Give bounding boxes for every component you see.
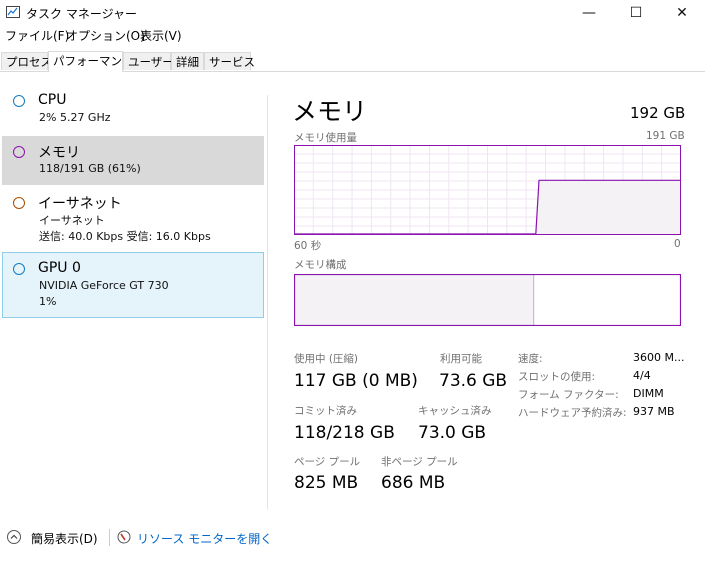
tab-users[interactable]: ユーザー <box>123 52 174 70</box>
in-use-value: 117 GB (0 MB) <box>294 371 418 391</box>
paged-pool-label: ページ プール <box>294 456 361 468</box>
tab-bar: プロセス パフォーマンス ユーザー 詳細 サービス <box>0 51 705 72</box>
graph-time-right: 0 <box>674 238 681 250</box>
sidebar-item-throughput: 送信: 40.0 Kbps 受信: 16.0 Kbps <box>39 230 211 243</box>
sidebar-item-memory[interactable]: メモリ 118/191 GB (61%) <box>2 136 264 185</box>
sidebar-item-title: イーサネット <box>38 196 122 212</box>
menu-view[interactable]: 表示(V) <box>140 27 182 44</box>
maximize-button[interactable]: ☐ <box>613 0 659 26</box>
minimize-button[interactable]: — <box>566 0 612 26</box>
task-manager-icon <box>6 6 20 18</box>
detail-reserved-value: 937 MB <box>633 405 675 418</box>
detail-slots-label: スロットの使用: <box>518 371 596 383</box>
sidebar-item-title: GPU 0 <box>38 260 81 276</box>
sidebar-item-detail: 118/191 GB (61%) <box>39 162 141 175</box>
panel-divider <box>267 95 268 510</box>
detail-form-factor-label: フォーム ファクター: <box>518 389 619 401</box>
cached-label: キャッシュ済み <box>418 405 492 417</box>
tab-processes[interactable]: プロセス <box>1 52 52 70</box>
tab-details[interactable]: 詳細 <box>171 52 204 70</box>
sidebar-item-gpu[interactable]: GPU 0 NVIDIA GeForce GT 730 1% <box>2 252 264 318</box>
maximize-icon: ☐ <box>629 5 643 21</box>
minimize-icon: — <box>582 5 596 21</box>
detail-speed-value: 3600 M... <box>633 351 685 364</box>
usage-graph-max: 191 GB <box>646 130 685 142</box>
cached-value: 73.0 GB <box>418 423 487 443</box>
detail-reserved-label: ハードウェア予約済み: <box>518 407 627 419</box>
resource-monitor-icon[interactable] <box>117 530 131 544</box>
usage-graph-label: メモリ使用量 <box>294 132 357 144</box>
menu-options[interactable]: オプション(O) <box>66 27 145 44</box>
memory-indicator-icon <box>13 146 25 158</box>
composition-in-use <box>295 275 534 325</box>
paged-pool-value: 825 MB <box>294 473 359 493</box>
sidebar-item-detail: NVIDIA GeForce GT 730 <box>39 279 169 292</box>
memory-usage-graph <box>294 145 681 235</box>
open-resource-monitor-link[interactable]: リソース モニターを開く <box>137 530 272 547</box>
committed-label: コミット済み <box>294 405 357 417</box>
nonpaged-pool-label: 非ページ プール <box>381 456 458 468</box>
available-label: 利用可能 <box>440 353 482 365</box>
composition-label: メモリ構成 <box>294 259 347 271</box>
title-bar: タスク マネージャー — ☐ ✕ <box>0 0 705 26</box>
sidebar-item-ethernet[interactable]: イーサネット イーサネット 送信: 40.0 Kbps 受信: 16.0 Kbp… <box>2 187 264 249</box>
menu-file[interactable]: ファイル(F) <box>5 27 69 44</box>
available-value: 73.6 GB <box>439 371 508 391</box>
sidebar-item-detail: 2% 5.27 GHz <box>39 111 111 124</box>
memory-total: 192 GB <box>630 104 686 122</box>
committed-value: 118/218 GB <box>294 423 395 443</box>
detail-speed-label: 速度: <box>518 353 543 365</box>
sidebar-item-title: CPU <box>38 92 67 108</box>
graph-time-left: 60 秒 <box>294 240 322 252</box>
in-use-label: 使用中 (圧縮) <box>294 353 359 365</box>
footer-separator <box>109 529 110 546</box>
detail-slots-value: 4/4 <box>633 369 651 382</box>
sidebar-item-title: メモリ <box>38 145 80 161</box>
page-title: メモリ <box>292 97 368 126</box>
detail-form-factor-value: DIMM <box>633 387 664 400</box>
ethernet-indicator-icon <box>13 197 25 209</box>
nonpaged-pool-value: 686 MB <box>381 473 446 493</box>
tab-performance[interactable]: パフォーマンス <box>48 51 133 72</box>
tab-services[interactable]: サービス <box>204 52 255 70</box>
close-icon: ✕ <box>676 5 688 21</box>
close-button[interactable]: ✕ <box>659 0 705 26</box>
cpu-indicator-icon <box>13 95 25 107</box>
memory-composition-bar <box>294 274 681 326</box>
window-title: タスク マネージャー <box>26 7 137 21</box>
sidebar-item-detail: イーサネット <box>39 214 105 227</box>
sidebar-item-cpu[interactable]: CPU 2% 5.27 GHz <box>2 86 264 134</box>
fewer-details-button[interactable]: 簡易表示(D) <box>31 530 98 547</box>
chevron-up-icon[interactable] <box>7 530 21 544</box>
sidebar-item-usage: 1% <box>39 295 57 308</box>
gpu-indicator-icon <box>13 263 25 275</box>
